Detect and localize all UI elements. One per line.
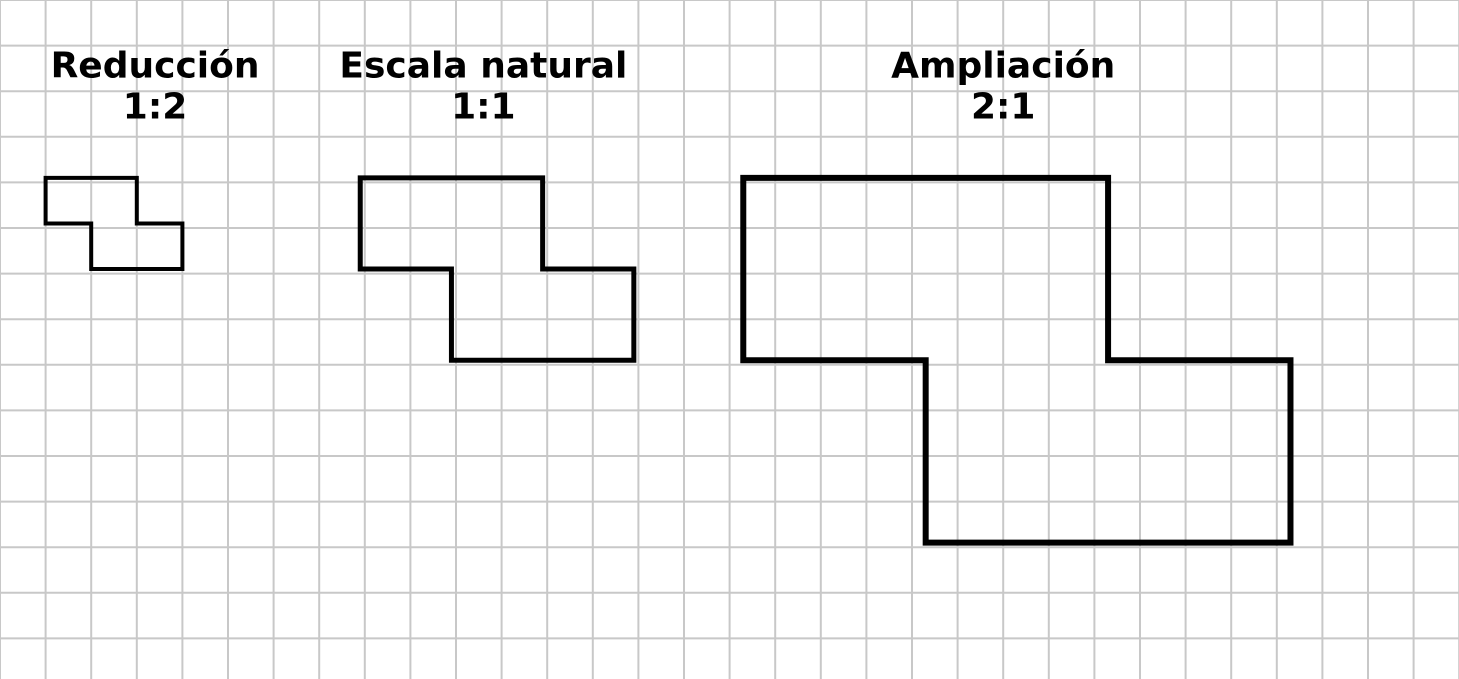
shape-enlarge (743, 178, 1290, 543)
label-natural-ratio: 1:1 (451, 87, 516, 128)
scale-diagram: Reducción 1:2 Escala natural 1:1 Ampliac… (0, 0, 1459, 679)
label-reduction-title: Reducción (51, 46, 260, 87)
label-reduction-ratio: 1:2 (123, 87, 188, 128)
label-enlarge-ratio: 2:1 (971, 87, 1036, 128)
grid (0, 0, 1459, 679)
label-natural-title: Escala natural (339, 46, 627, 87)
shape-reduction (46, 178, 183, 269)
label-enlarge-title: Ampliación (891, 46, 1115, 87)
